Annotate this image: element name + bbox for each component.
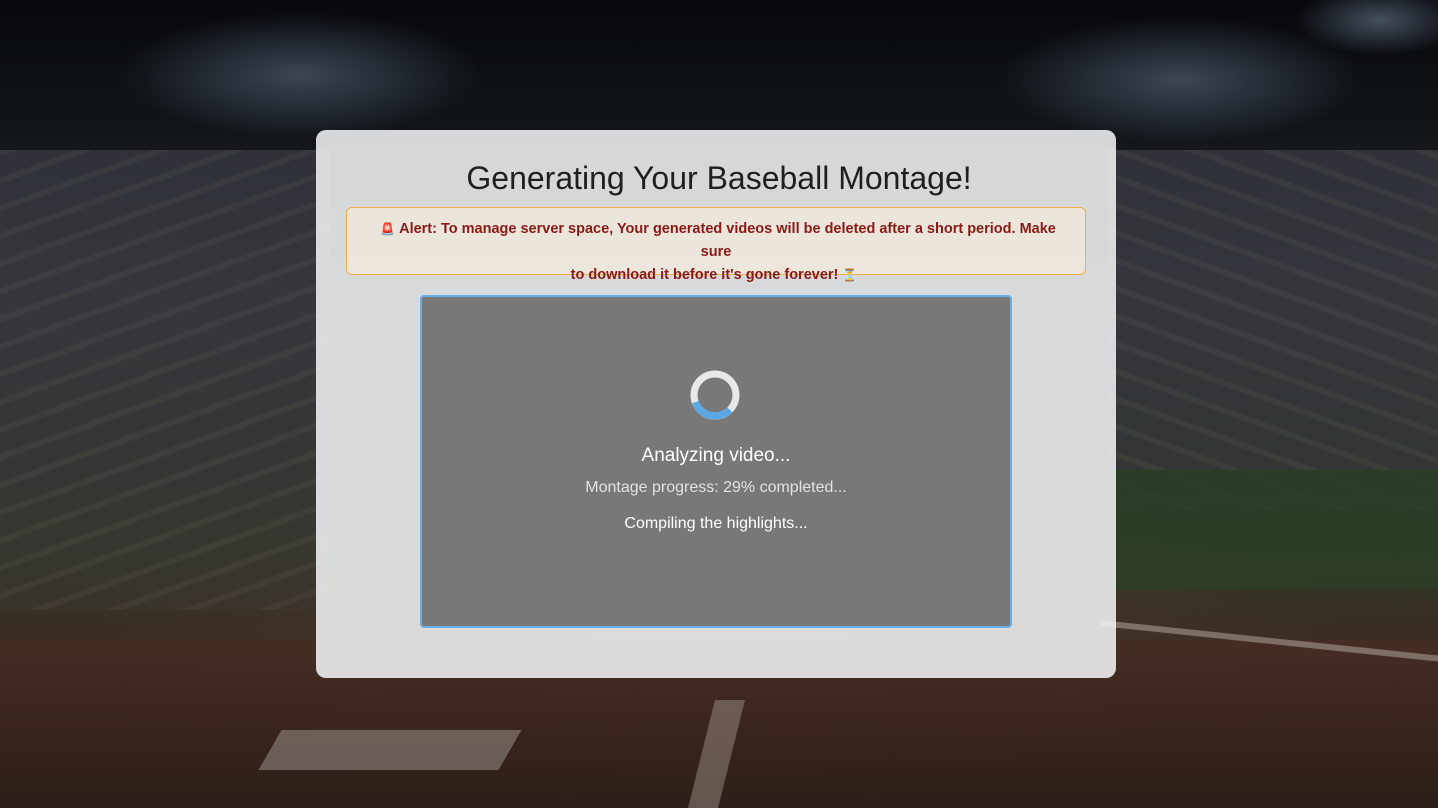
batters-box (258, 730, 522, 770)
status-heading: Analyzing video... (641, 445, 791, 466)
deletion-alert: 🚨 Alert: To manage server space, Your gen… (346, 207, 1086, 283)
alert-text-line1: Alert: To manage server space, Your gene… (399, 221, 1056, 260)
stands-left (0, 150, 330, 610)
step-text: Compiling the highlights... (624, 515, 808, 532)
page-title: Generating Your Baseball Montage! (466, 160, 972, 196)
hourglass-icon: ⏳ (842, 268, 858, 282)
loading-spinner-icon (690, 370, 740, 420)
alert-text-line2: to download it before it's gone forever! (570, 267, 839, 283)
progress-text: Montage progress: 29% completed... (585, 479, 847, 496)
siren-icon: 🚨 (380, 222, 396, 236)
stands-right (1108, 150, 1438, 510)
outfield-grass (1108, 470, 1438, 590)
